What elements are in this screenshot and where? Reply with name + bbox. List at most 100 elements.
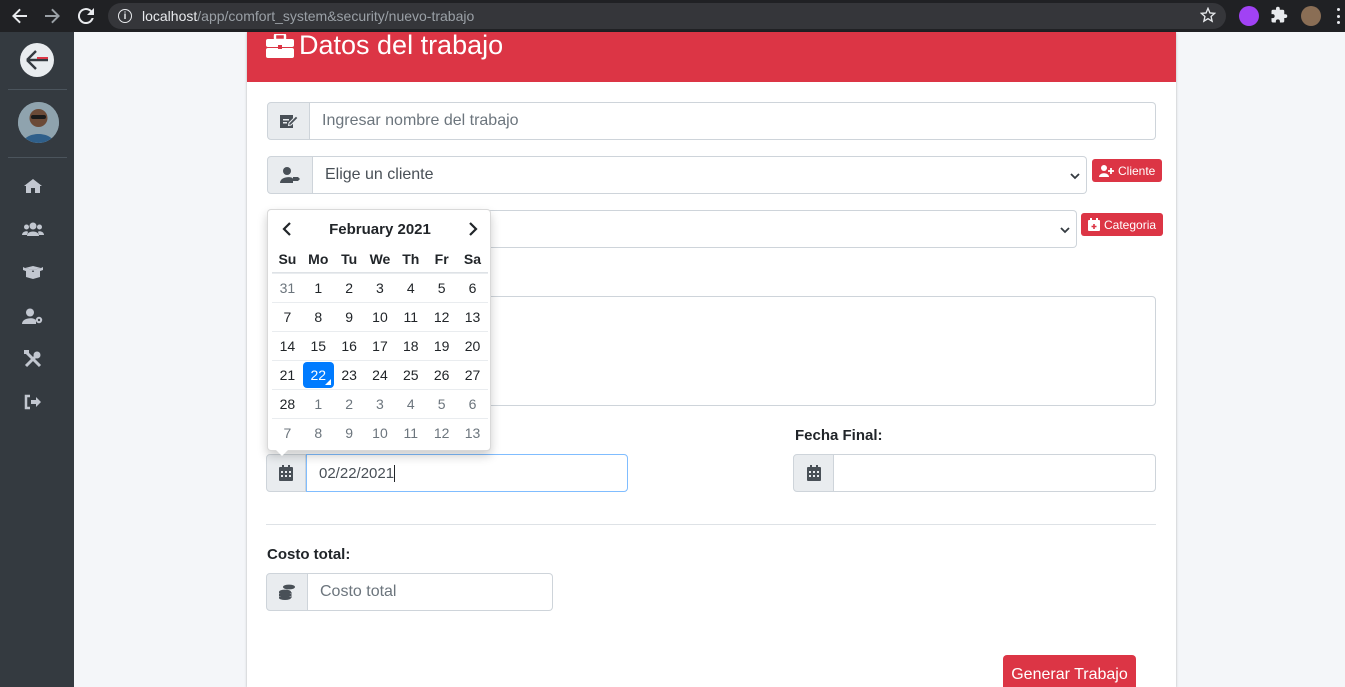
datepicker-day[interactable]: 7 [272,303,303,331]
datepicker-day[interactable]: 13 [457,303,488,331]
datepicker-day-selected[interactable]: 22 [302,362,334,388]
sidebar [0,32,74,687]
datepicker-day[interactable]: 14 [272,332,303,360]
sidebar-divider [8,157,67,158]
forward-icon[interactable] [42,6,62,26]
start-date-input[interactable]: 02/22/2021 [306,454,628,492]
menu-dots-icon[interactable] [1337,8,1341,24]
profile-avatar[interactable] [1301,6,1321,26]
box-open-icon [23,266,43,279]
url-text: localhost/app/comfort_system&security/nu… [142,8,474,24]
job-name-input[interactable]: Ingresar nombre del trabajo [310,102,1156,140]
end-date-input[interactable] [834,454,1156,492]
datepicker-day[interactable]: 1 [303,390,334,418]
sidebar-item-user-config[interactable] [20,303,46,329]
sidebar-item-users[interactable] [20,216,46,242]
cost-label: Costo total: [267,546,351,563]
generate-job-button[interactable]: Generar Trabajo [1003,655,1136,687]
datepicker-day[interactable]: 7 [272,419,303,447]
cost-input[interactable]: Costo total [308,573,553,611]
datepicker-day[interactable]: 9 [334,303,365,331]
chevron-left-icon[interactable] [272,222,302,236]
address-bar[interactable]: i localhost/app/comfort_system&security/… [108,3,1226,29]
sidebar-item-logout[interactable] [20,389,46,415]
add-category-button[interactable]: Categoria [1081,213,1164,236]
puzzle-icon[interactable] [1270,6,1290,26]
datepicker-day[interactable]: 5 [426,390,457,418]
datepicker-day[interactable]: 17 [365,332,396,360]
avatar[interactable] [18,102,59,143]
datepicker-day[interactable]: 20 [457,332,488,360]
client-select[interactable]: Elige un cliente [313,156,1087,194]
bookmark-star-icon[interactable] [1199,6,1217,28]
text-cursor [394,464,396,482]
weekday-label: Su [278,250,297,267]
datepicker-day[interactable]: 8 [303,419,334,447]
datepicker-day[interactable]: 13 [457,419,488,447]
datepicker-day[interactable]: 18 [395,332,426,360]
datepicker-month-switch[interactable]: February 2021 [329,221,431,238]
user-plus-icon [1099,164,1114,177]
datepicker-day[interactable]: 8 [303,303,334,331]
datepicker-day[interactable]: 31 [272,274,303,302]
datepicker-day[interactable]: 23 [334,361,365,389]
datepicker-day[interactable]: 5 [426,274,457,302]
datepicker-day[interactable]: 12 [426,303,457,331]
datepicker-day[interactable]: 6 [457,274,488,302]
calendar-icon [266,454,306,492]
site-info-icon[interactable]: i [118,9,132,23]
datepicker-header: February 2021 [272,215,488,243]
datepicker-day[interactable]: 3 [365,390,396,418]
datepicker-week-row: 7 8 9 10 11 12 13 [272,418,488,447]
add-category-label: Categoria [1104,217,1157,232]
datepicker-day[interactable]: 27 [457,361,488,389]
datepicker-day[interactable]: 24 [365,361,396,389]
chevron-down-icon [1060,223,1070,241]
sidebar-item-boxes[interactable] [20,259,46,285]
datepicker-week-row: 14 15 16 17 18 19 20 [272,331,488,360]
card-header: Datos del trabajo [247,32,1176,82]
datepicker-day[interactable]: 10 [365,419,396,447]
url-host: localhost [142,8,198,24]
weekday-label: Mo [308,250,329,267]
back-icon[interactable] [10,6,30,26]
datepicker-day[interactable]: 4 [395,390,426,418]
sign-out-icon [24,394,41,410]
datepicker-day[interactable]: 12 [426,419,457,447]
datepicker-week-row: 28 1 2 3 4 5 6 [272,389,488,418]
datepicker-day[interactable]: 2 [334,274,365,302]
end-date-group [793,454,1156,492]
chevron-right-icon[interactable] [458,222,488,236]
datepicker-day[interactable]: 11 [395,303,426,331]
reload-icon[interactable] [76,6,96,26]
datepicker-day[interactable]: 9 [334,419,365,447]
divider [266,524,1156,525]
datepicker-day[interactable]: 3 [365,274,396,302]
datepicker-day[interactable]: 1 [303,274,334,302]
datepicker-day[interactable]: 6 [457,390,488,418]
sidebar-item-home[interactable] [20,173,46,199]
datepicker-day[interactable]: 19 [426,332,457,360]
cost-group: Costo total [266,573,553,611]
datepicker-day[interactable]: 15 [303,332,334,360]
sidebar-divider [8,89,67,90]
datepicker-day[interactable]: 16 [334,332,365,360]
datepicker-day[interactable]: 28 [272,390,303,418]
datepicker-day[interactable]: 11 [395,419,426,447]
weekday-label: We [369,250,391,267]
datepicker-day[interactable]: 21 [272,361,303,389]
datepicker-day[interactable]: 4 [395,274,426,302]
users-icon [22,222,44,236]
start-date-group: 02/22/2021 [266,454,628,492]
brand-logo[interactable] [20,43,54,77]
weekday-label: Sa [463,250,482,267]
extension-icon[interactable] [1239,6,1259,26]
datepicker-day[interactable]: 10 [365,303,396,331]
datepicker-day[interactable]: 26 [426,361,457,389]
add-client-button[interactable]: Cliente [1092,159,1163,182]
job-name-group: Ingresar nombre del trabajo [267,102,1156,140]
sidebar-item-tools[interactable] [20,346,46,372]
datepicker-day[interactable]: 25 [395,361,426,389]
datepicker-popup: February 2021 Su Mo Tu We Th Fr Sa 31 1 2 3 4 5 6 7 8 9 1… [267,209,491,456]
datepicker-day[interactable]: 2 [334,390,365,418]
